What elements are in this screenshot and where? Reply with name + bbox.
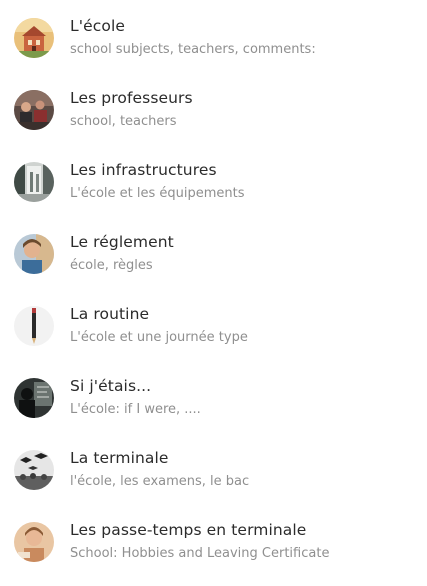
item-title: L'école xyxy=(70,17,125,35)
topic-list: L'école school subjects, teachers, comme… xyxy=(0,0,427,578)
student-hobby-thumbnail xyxy=(14,522,54,562)
item-title: Si j'étais... xyxy=(70,377,152,395)
item-title: Les passe-temps en terminale xyxy=(70,521,307,539)
list-item[interactable]: Les professeurs school, teachers xyxy=(0,89,427,154)
item-title: Le réglement xyxy=(70,233,174,251)
item-title: Les infrastructures xyxy=(70,161,217,179)
list-item[interactable]: L'école school subjects, teachers, comme… xyxy=(0,17,427,82)
item-subtitle: L'école et les équipements xyxy=(70,186,245,201)
list-item[interactable]: Les passe-temps en terminale School: Hob… xyxy=(0,521,427,586)
list-item[interactable]: La terminale l'école, les examens, le ba… xyxy=(0,449,427,514)
item-subtitle: L'école et une journée type xyxy=(70,330,248,345)
item-subtitle: school subjects, teachers, comments: xyxy=(70,42,316,57)
item-title: La routine xyxy=(70,305,150,323)
item-subtitle: l'école, les examens, le bac xyxy=(70,474,250,489)
item-title: Les professeurs xyxy=(70,89,193,107)
item-title: La terminale xyxy=(70,449,169,467)
item-subtitle: école, règles xyxy=(70,258,153,273)
silhouette-blackboard-thumbnail xyxy=(14,378,54,418)
student-portrait-thumbnail xyxy=(14,234,54,274)
list-item[interactable]: Si j'étais... L'école: if I were, .... xyxy=(0,377,427,442)
item-subtitle: School: Hobbies and Leaving Certificate xyxy=(70,546,330,561)
school-building-thumbnail xyxy=(14,18,54,58)
list-item[interactable]: Les infrastructures L'école et les équip… xyxy=(0,161,427,226)
school-hallway-thumbnail xyxy=(14,162,54,202)
graduation-caps-thumbnail xyxy=(14,450,54,490)
list-item[interactable]: Le réglement école, règles xyxy=(0,233,427,298)
item-subtitle: L'école: if I were, .... xyxy=(70,402,201,417)
list-item[interactable]: La routine L'école et une journée type xyxy=(0,305,427,370)
item-subtitle: school, teachers xyxy=(70,114,177,129)
teachers-classroom-thumbnail xyxy=(14,90,54,130)
pencil-thumbnail xyxy=(14,306,54,346)
